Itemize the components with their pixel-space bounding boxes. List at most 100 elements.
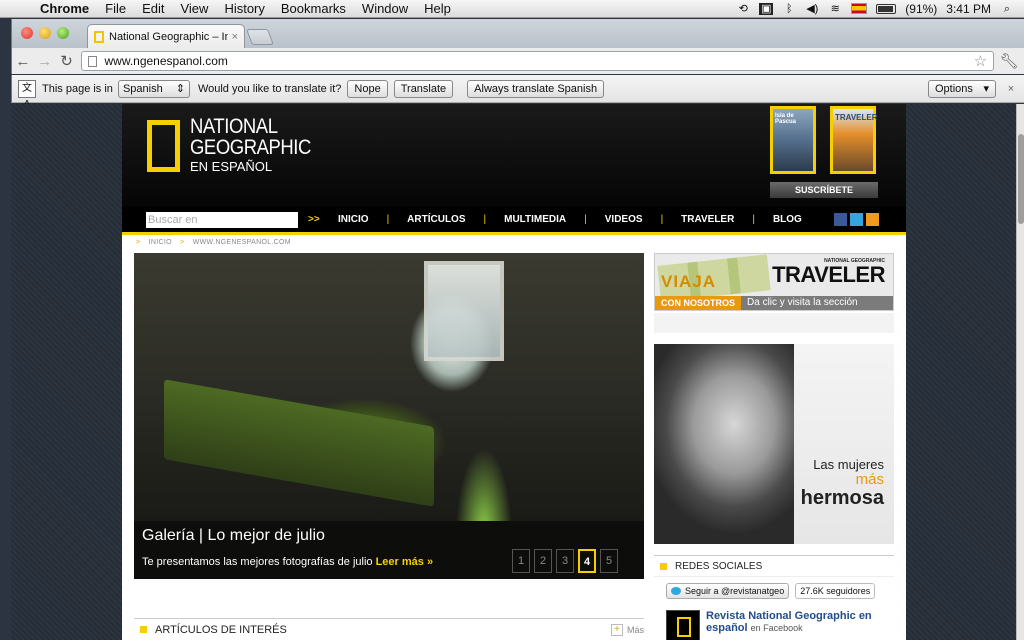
wifi-icon[interactable]: ≋ [828,3,842,15]
site-search-input[interactable]: Buscar en [146,211,298,228]
twitter-bird-icon [671,587,681,595]
magazine-cover-natgeo[interactable]: Isla de Pascua [770,106,816,174]
nav-blog[interactable]: BLOG [773,214,802,225]
select-arrows-icon: ⇕ [175,83,185,95]
social-heading: REDES SOCIALES [675,560,763,572]
pager-page-1[interactable]: 1 [512,549,530,573]
read-more-link[interactable]: Leer más » [376,556,433,568]
nav-multimedia[interactable]: MULTIMEDIA [504,214,566,225]
hero-title[interactable]: Galería | Lo mejor de julio [142,527,325,545]
nav-articulos[interactable]: ARTÍCULOS [407,214,465,225]
nav-traveler[interactable]: TRAVELER [681,214,734,225]
bookmark-star-icon[interactable]: ☆ [974,52,987,70]
search-submit-button[interactable]: >> [308,214,338,225]
zoom-window-button[interactable] [57,27,69,39]
browser-tab-strip: National Geographic – Inspir × [11,19,1024,48]
tab-close-icon[interactable]: × [232,31,238,43]
spanish-flag-icon[interactable] [851,3,868,14]
facebook-icon[interactable] [833,213,847,226]
app-menu[interactable]: Chrome [32,1,97,16]
language-select-value: Spanish [122,82,163,95]
nav-separator: | [584,214,587,225]
back-arrow-icon[interactable]: ← [12,53,34,70]
facebook-on-text: en Facebook [750,623,803,633]
hero-photo-abandoned-room[interactable] [134,253,644,521]
menu-help[interactable]: Help [416,1,459,16]
rss-icon[interactable] [865,213,879,226]
magazine-cover-traveler[interactable]: TRAVELER [830,106,878,174]
natgeo-yellow-border-logo[interactable] [147,120,180,172]
model-ad-line-3: hermosa [800,487,884,509]
scrollbar-thumb[interactable] [1018,134,1024,224]
hero-gallery[interactable]: Galería | Lo mejor de julio Te presentam… [134,253,644,579]
options-dropdown[interactable]: Options ▾ [928,79,996,98]
close-window-button[interactable] [21,27,33,39]
pager-page-4-active[interactable]: 4 [578,549,596,573]
reload-icon[interactable]: ↻ [56,52,78,70]
menu-window[interactable]: Window [354,1,416,16]
new-tab-button[interactable] [246,29,274,45]
page-icon [88,55,98,67]
menu-history[interactable]: History [216,1,272,16]
nope-button[interactable]: Nope [347,79,388,98]
subscribe-button[interactable]: SUSCRÍBETE [770,182,878,198]
volume-icon[interactable]: ◀) [805,3,819,15]
twitter-icon[interactable] [849,213,863,226]
url-text[interactable]: www.ngenespanol.com [104,54,973,68]
pager-page-3[interactable]: 3 [556,549,574,573]
language-select[interactable]: Spanish ⇕ [117,79,190,98]
time-machine-icon[interactable]: ⟲ [736,3,750,15]
traveler-con-nosotros: CON NOSOTROS [655,296,742,310]
vertical-scrollbar[interactable] [1016,104,1024,640]
battery-icon[interactable] [876,3,897,14]
traveler-cta-bar: CON NOSOTROS Da clic y visita la sección [655,296,893,310]
bluetooth-icon[interactable]: ᛒ [782,3,796,15]
pager-page-2[interactable]: 2 [534,549,552,573]
tab-national-geographic[interactable]: National Geographic – Inspir × [87,24,245,48]
menu-view[interactable]: View [172,1,216,16]
nav-inicio[interactable]: INICIO [338,214,369,225]
facebook-page-thumbnail[interactable] [666,610,700,640]
infobar-close-icon[interactable]: × [1002,83,1020,95]
articles-more-link[interactable]: + Más [610,623,644,636]
hero-text: Te presentamos las mejores fotografías d… [142,556,433,568]
menu-edit[interactable]: Edit [134,1,172,16]
forward-arrow-icon[interactable]: → [34,53,56,70]
pager-page-5[interactable]: 5 [600,549,618,573]
wrench-menu-icon[interactable]: 🔧︎ [994,52,1024,70]
translate-button[interactable]: Translate [393,79,454,98]
dropdown-arrow-icon: ▾ [983,83,989,95]
minimize-window-button[interactable] [39,27,51,39]
menu-bookmarks[interactable]: Bookmarks [273,1,354,16]
breadcrumb-separator: > [180,239,185,246]
hero-description: Te presentamos las mejores fotografías d… [142,556,373,568]
translate-infobar: 文A This page is in Spanish ⇕ Would you l… [11,75,1024,110]
traveler-cta-text: Da clic y visita la sección [747,297,858,308]
site-logo-text[interactable]: NATIONAL GEOGRAPHIC EN ESPAÑOL [190,116,327,175]
hero-photo-mossy-bed [164,379,434,507]
nav-videos[interactable]: VIDEOS [605,214,643,225]
hero-caption: Galería | Lo mejor de julio Te presentam… [134,521,644,579]
breadcrumb-home[interactable]: INICIO [149,239,172,246]
nav-separator: | [660,214,664,225]
traveler-banner-ad[interactable]: VIAJA NATIONAL GEOGRAPHIC TRAVELER CON N… [654,253,894,311]
address-bar[interactable]: www.ngenespanol.com ☆ [81,51,995,71]
traveler-brand: NATIONAL GEOGRAPHIC TRAVELER [772,258,885,286]
facebook-page-link[interactable]: Revista National Geographic en español e… [706,610,886,640]
battery-percent[interactable]: (91%) [905,2,937,16]
twitter-follow-button[interactable]: Seguir a @revistanatgeo [666,583,790,599]
tab-title: National Geographic – Inspir [109,30,228,43]
gallery-pager: 1 2 3 4 5 [512,549,618,573]
ad-spacer [654,313,894,333]
plus-icon: + [610,623,623,636]
screen-sharing-icon[interactable]: ▣ [759,2,774,15]
model-ad-text: Las mujeres más hermosa [801,457,884,509]
site-container: NATIONAL GEOGRAPHIC EN ESPAÑOL Isla de P… [122,104,906,640]
menu-file[interactable]: File [97,1,134,16]
clock[interactable]: 3:41 PM [946,2,991,16]
always-translate-button[interactable]: Always translate Spanish [467,79,605,98]
model-banner-ad[interactable]: Las mujeres más hermosa [654,344,894,544]
spotlight-search-icon[interactable]: ⌕ [1000,3,1014,15]
social-icons [833,213,879,226]
twitter-follow-row: Seguir a @revistanatgeo 27.6K seguidores [666,583,876,599]
